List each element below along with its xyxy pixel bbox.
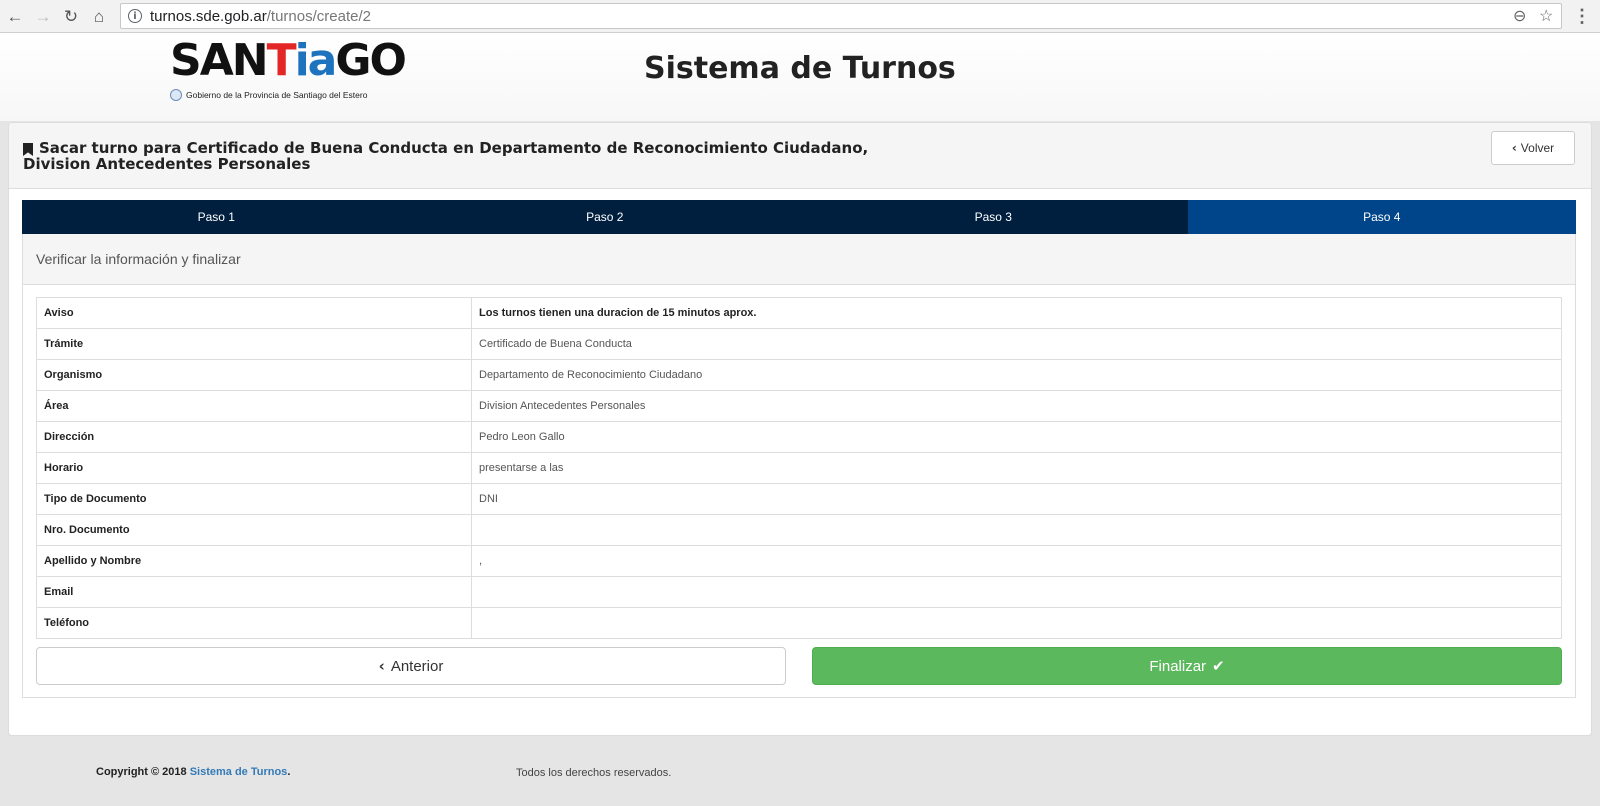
turno-panel: Sacar turno para Certificado de Buena Co… bbox=[8, 122, 1592, 736]
row-value: DNI bbox=[471, 483, 1562, 515]
row-label: Tipo de Documento bbox=[36, 483, 472, 515]
row-value: Certificado de Buena Conducta bbox=[471, 328, 1562, 360]
row-label: Nro. Documento bbox=[36, 514, 472, 546]
logo-subtitle: Gobierno de la Provincia de Santiago del… bbox=[170, 89, 367, 101]
chevron-left-icon: ‹ bbox=[378, 657, 385, 675]
row-label: Apellido y Nombre bbox=[36, 545, 472, 577]
browser-toolbar: ← → ↻ ⌂ i turnos.sde.gob.ar/turnos/creat… bbox=[0, 0, 1600, 33]
table-row: Organismo Departamento de Reconocimiento … bbox=[36, 359, 1562, 391]
panel-heading: Sacar turno para Certificado de Buena Co… bbox=[9, 123, 1591, 189]
santiago-logo: SANTiaGO Gobierno de la Provincia de San… bbox=[170, 39, 407, 109]
row-value: Departamento de Reconocimiento Ciudadano bbox=[471, 359, 1562, 391]
site-info-icon[interactable]: i bbox=[128, 9, 142, 23]
table-row: Email bbox=[36, 576, 1562, 608]
site-footer: Copyright © 2018 Sistema de Turnos. Todo… bbox=[0, 740, 1600, 806]
step-2[interactable]: Paso 2 bbox=[410, 200, 799, 234]
copyright-text: Copyright © 2018 bbox=[96, 766, 187, 778]
row-value: presentarse a las bbox=[471, 452, 1562, 484]
step-heading-text: Verificar la información y finalizar bbox=[36, 251, 241, 267]
step-4[interactable]: Paso 4 bbox=[1187, 200, 1576, 234]
check-icon: ✔ bbox=[1212, 657, 1225, 675]
logo-wordmark: SANTiaGO bbox=[170, 35, 407, 86]
step-heading: Verificar la información y finalizar bbox=[23, 234, 1575, 285]
rights-text: Todos los derechos reservados. bbox=[516, 767, 672, 779]
step-4-content: Verificar la información y finalizar Avi… bbox=[22, 234, 1576, 698]
table-row: Apellido y Nombre, bbox=[36, 545, 1562, 577]
panel-title: Sacar turno para Certificado de Buena Co… bbox=[23, 139, 869, 173]
row-value bbox=[471, 514, 1562, 546]
row-label: Trámite bbox=[36, 328, 472, 360]
step-4-label: Paso 4 bbox=[1363, 210, 1401, 224]
step-1-label: Paso 1 bbox=[197, 210, 235, 224]
row-label: Aviso bbox=[36, 297, 472, 329]
copyright-link[interactable]: Sistema de Turnos bbox=[190, 766, 288, 778]
step-3-label: Paso 3 bbox=[974, 210, 1012, 224]
row-label: Área bbox=[36, 390, 472, 422]
copyright-period: . bbox=[287, 766, 291, 778]
table-row: Teléfono bbox=[36, 607, 1562, 639]
row-value bbox=[471, 607, 1562, 639]
row-label: Horario bbox=[36, 452, 472, 484]
home-icon[interactable]: ⌂ bbox=[88, 5, 110, 27]
table-row: Área Division Antecedentes Personales bbox=[36, 390, 1562, 422]
reload-icon[interactable]: ↻ bbox=[60, 5, 82, 27]
bookmark-star-icon[interactable]: ☆ bbox=[1539, 6, 1553, 26]
step-3[interactable]: Paso 3 bbox=[799, 200, 1188, 234]
copyright: Copyright © 2018 Sistema de Turnos. bbox=[96, 766, 290, 778]
row-value: Los turnos tienen una duracion de 15 min… bbox=[471, 297, 1562, 329]
table-row: Aviso Los turnos tienen una duracion de 1… bbox=[36, 297, 1562, 329]
browser-menu-icon[interactable]: ⋮ bbox=[1572, 5, 1592, 27]
site-title: Sistema de Turnos bbox=[644, 51, 956, 86]
back-arrow-icon[interactable]: ← bbox=[4, 5, 26, 27]
finalizar-label: Finalizar bbox=[1149, 657, 1207, 675]
row-value: , bbox=[471, 545, 1562, 577]
table-row: Tipo de Documento DNI bbox=[36, 483, 1562, 515]
table-row: Trámite Certificado de Buena Conducta bbox=[36, 328, 1562, 360]
zoom-icon[interactable]: ⊖ bbox=[1513, 6, 1526, 26]
province-seal-icon bbox=[170, 89, 182, 101]
table-row: Horario presentarse a las bbox=[36, 452, 1562, 484]
finalizar-button[interactable]: Finalizar ✔ bbox=[812, 647, 1562, 685]
anterior-label: Anterior bbox=[390, 657, 444, 675]
table-row: Nro. Documento bbox=[36, 514, 1562, 546]
volver-button[interactable]: ‹ Volver bbox=[1491, 131, 1575, 165]
url-text: turnos.sde.gob.ar/turnos/create/2 bbox=[150, 8, 371, 25]
row-label: Organismo bbox=[36, 359, 472, 391]
wizard-steps: Paso 1 Paso 2 Paso 3 Paso 4 bbox=[22, 200, 1576, 234]
row-label: Email bbox=[36, 576, 472, 608]
table-row: Dirección Pedro Leon Gallo bbox=[36, 421, 1562, 453]
row-label: Dirección bbox=[36, 421, 472, 453]
row-value: Division Antecedentes Personales bbox=[471, 390, 1562, 422]
volver-label: Volver bbox=[1520, 141, 1555, 155]
step-2-label: Paso 2 bbox=[586, 210, 624, 224]
row-label: Teléfono bbox=[36, 607, 472, 639]
summary-table: Aviso Los turnos tienen una duracion de 1… bbox=[36, 297, 1562, 639]
row-value bbox=[471, 576, 1562, 608]
address-bar[interactable]: i turnos.sde.gob.ar/turnos/create/2 ⊖ ☆ bbox=[120, 3, 1562, 29]
row-value: Pedro Leon Gallo bbox=[471, 421, 1562, 453]
site-header: SANTiaGO Gobierno de la Provincia de San… bbox=[0, 33, 1600, 121]
step-1[interactable]: Paso 1 bbox=[22, 200, 411, 234]
anterior-button[interactable]: ‹ Anterior bbox=[36, 647, 786, 685]
chevron-left-icon: ‹ bbox=[1511, 141, 1517, 155]
forward-arrow-icon[interactable]: → bbox=[32, 5, 54, 27]
